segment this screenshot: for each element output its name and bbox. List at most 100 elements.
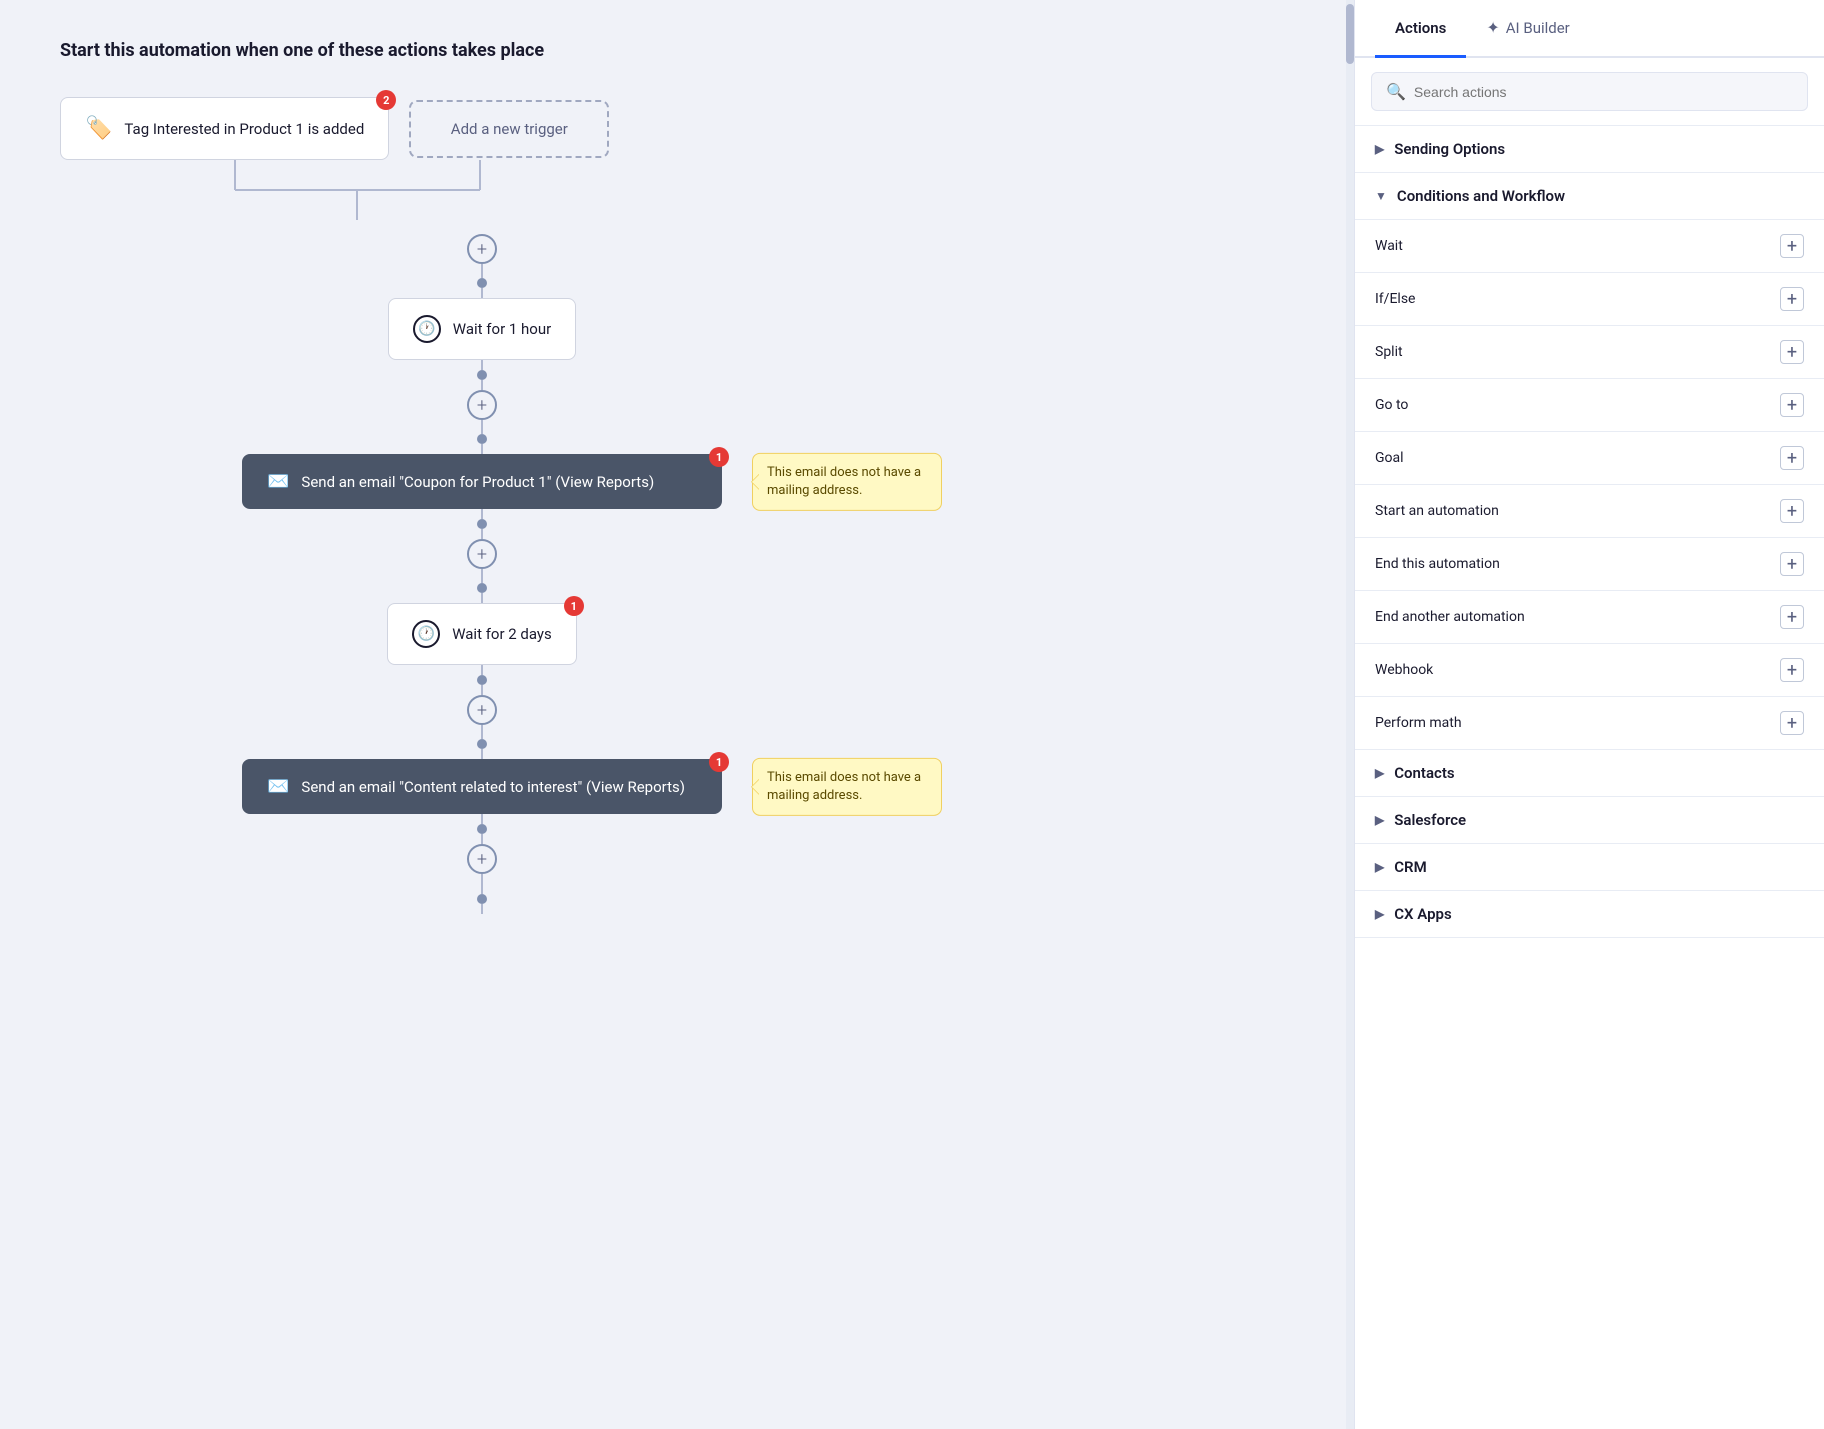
- action-item-split[interactable]: Split +: [1355, 326, 1824, 379]
- trigger-box[interactable]: 🏷️ Tag Interested in Product 1 is added …: [60, 97, 389, 160]
- trigger-badge: 2: [376, 90, 396, 110]
- action-item-wait[interactable]: Wait +: [1355, 220, 1824, 273]
- wait-badge-2: 1: [564, 596, 584, 616]
- connector-line: [481, 749, 483, 759]
- email-icon-1: ✉️: [267, 471, 289, 492]
- add-perform-math-icon[interactable]: +: [1780, 711, 1804, 735]
- action-item-goal[interactable]: Goal +: [1355, 432, 1824, 485]
- trigger-row: 🏷️ Tag Interested in Product 1 is added …: [60, 97, 1294, 160]
- wait-node-2-container: 🕐 Wait for 2 days 1: [387, 603, 577, 665]
- add-end-this-automation-icon[interactable]: +: [1780, 552, 1804, 576]
- connector-line: [481, 665, 483, 675]
- dot: [477, 739, 487, 749]
- add-trigger-label: Add a new trigger: [451, 120, 568, 138]
- dot: [477, 675, 487, 685]
- canvas-title: Start this automation when one of these …: [60, 40, 1294, 61]
- email-icon-2: ✉️: [267, 776, 289, 797]
- section-contacts[interactable]: ▶ Contacts: [1355, 750, 1824, 797]
- chevron-right-icon-cx-apps: ▶: [1375, 907, 1384, 921]
- wait-node-inner: 🕐 Wait for 1 hour: [388, 298, 576, 360]
- ai-icon: ✦: [1486, 18, 1499, 37]
- tab-ai-builder[interactable]: ✦ AI Builder: [1466, 0, 1589, 58]
- section-conditions-workflow[interactable]: ▼ Conditions and Workflow: [1355, 173, 1824, 220]
- section-salesforce[interactable]: ▶ Salesforce: [1355, 797, 1824, 844]
- tab-actions-label: Actions: [1395, 19, 1446, 37]
- action-label-end-this-automation: End this automation: [1375, 556, 1500, 572]
- canvas-area: Start this automation when one of these …: [0, 0, 1354, 1429]
- connector-line: [481, 288, 483, 298]
- add-ifelse-icon[interactable]: +: [1780, 287, 1804, 311]
- search-input[interactable]: [1414, 84, 1793, 100]
- email-badge-1: 1: [709, 447, 729, 467]
- right-panel: Actions ✦ AI Builder 🔍 ▶ Sending Options…: [1354, 0, 1824, 1429]
- dot: [477, 894, 487, 904]
- section-sending-options[interactable]: ▶ Sending Options: [1355, 126, 1824, 173]
- connector-line: [481, 874, 483, 894]
- dot: [477, 434, 487, 444]
- action-label-perform-math: Perform math: [1375, 715, 1462, 731]
- conditions-workflow-label: Conditions and Workflow: [1397, 187, 1565, 205]
- dot: [477, 583, 487, 593]
- add-trigger-box[interactable]: Add a new trigger: [409, 100, 609, 158]
- action-item-ifelse[interactable]: If/Else +: [1355, 273, 1824, 326]
- action-label-goto: Go to: [1375, 397, 1408, 413]
- plus-button-1[interactable]: +: [467, 234, 497, 264]
- add-webhook-icon[interactable]: +: [1780, 658, 1804, 682]
- wait-node-2[interactable]: 🕐 Wait for 2 days 1: [387, 603, 577, 665]
- add-start-automation-icon[interactable]: +: [1780, 499, 1804, 523]
- email-node-1[interactable]: ✉️ Send an email "Coupon for Product 1" …: [242, 454, 722, 509]
- clock-icon-2: 🕐: [412, 620, 440, 648]
- action-item-start-automation[interactable]: Start an automation +: [1355, 485, 1824, 538]
- email-node-2-container: ✉️ Send an email "Content related to int…: [242, 759, 722, 814]
- cx-apps-label: CX Apps: [1394, 905, 1451, 923]
- action-item-perform-math[interactable]: Perform math +: [1355, 697, 1824, 750]
- action-item-end-this-automation[interactable]: End this automation +: [1355, 538, 1824, 591]
- plus-button-2[interactable]: +: [467, 390, 497, 420]
- connector-line: [481, 444, 483, 454]
- connector-line: [481, 420, 483, 434]
- add-wait-icon[interactable]: +: [1780, 234, 1804, 258]
- wait-label-1: Wait for 1 hour: [453, 320, 551, 338]
- connector-line: [481, 725, 483, 739]
- search-icon: 🔍: [1386, 82, 1406, 101]
- chevron-down-icon: ▼: [1375, 189, 1387, 203]
- email-node-1-container: ✉️ Send an email "Coupon for Product 1" …: [242, 454, 722, 509]
- plus-button-5[interactable]: +: [467, 844, 497, 874]
- scroll-thumb: [1346, 4, 1354, 64]
- add-goal-icon[interactable]: +: [1780, 446, 1804, 470]
- connector-line: [481, 814, 483, 824]
- plus-button-4[interactable]: +: [467, 695, 497, 725]
- connector-line: [481, 593, 483, 603]
- action-label-webhook: Webhook: [1375, 662, 1433, 678]
- trigger-label: Tag Interested in Product 1 is added: [124, 120, 364, 138]
- connector-line: [481, 904, 483, 914]
- wait-label-2: Wait for 2 days: [452, 625, 552, 643]
- action-item-goto[interactable]: Go to +: [1355, 379, 1824, 432]
- action-item-webhook[interactable]: Webhook +: [1355, 644, 1824, 697]
- scroll-indicator[interactable]: [1346, 0, 1354, 1429]
- search-box: 🔍: [1355, 58, 1824, 126]
- connector-line: [481, 360, 483, 370]
- email-badge-2: 1: [709, 752, 729, 772]
- add-split-icon[interactable]: +: [1780, 340, 1804, 364]
- section-crm[interactable]: ▶ CRM: [1355, 844, 1824, 891]
- section-cx-apps[interactable]: ▶ CX Apps: [1355, 891, 1824, 938]
- dot: [477, 370, 487, 380]
- email-node-2[interactable]: ✉️ Send an email "Content related to int…: [242, 759, 722, 814]
- sending-options-label: Sending Options: [1394, 140, 1505, 158]
- email-label-1: Send an email "Coupon for Product 1" (Vi…: [301, 473, 654, 491]
- connector-line: [481, 569, 483, 583]
- wait-node-1[interactable]: 🕐 Wait for 1 hour: [388, 298, 576, 360]
- warning-bubble-1: This email does not have a mailing addre…: [752, 452, 942, 510]
- clock-icon-1: 🕐: [413, 315, 441, 343]
- tab-actions[interactable]: Actions: [1375, 0, 1466, 58]
- action-item-end-another-automation[interactable]: End another automation +: [1355, 591, 1824, 644]
- add-goto-icon[interactable]: +: [1780, 393, 1804, 417]
- connector-line: [481, 685, 483, 695]
- add-end-another-automation-icon[interactable]: +: [1780, 605, 1804, 629]
- salesforce-label: Salesforce: [1394, 811, 1466, 829]
- chevron-right-icon-salesforce: ▶: [1375, 813, 1384, 827]
- chevron-right-icon-contacts: ▶: [1375, 766, 1384, 780]
- plus-button-3[interactable]: +: [467, 539, 497, 569]
- dot: [477, 278, 487, 288]
